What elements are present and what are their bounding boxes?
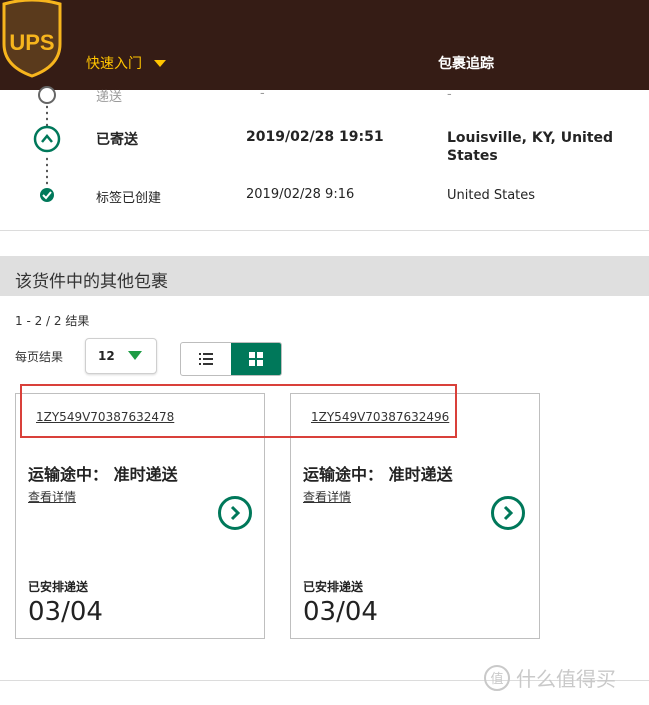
timeline-status: 已寄送	[96, 132, 138, 148]
tracking-timeline: 递送 - - 已寄送 2019/02/28 19:51 Louisville, …	[0, 86, 649, 230]
view-toggle	[180, 342, 282, 376]
timeline-status: 递送	[96, 90, 123, 105]
list-icon	[199, 353, 213, 365]
grid-icon	[249, 352, 263, 366]
list-view-button[interactable]	[181, 343, 231, 375]
chevron-up-icon[interactable]	[33, 125, 61, 153]
caret-down-icon	[128, 351, 142, 360]
watermark-text: 什么值得买	[516, 667, 616, 691]
highlight-box	[20, 384, 457, 438]
page-title: 包裹追踪	[438, 56, 494, 72]
results-count: 1 - 2 / 2 结果	[15, 314, 90, 328]
chevron-down-icon	[154, 59, 166, 67]
delivery-date: 03/04	[28, 597, 103, 627]
timeline-connector	[46, 104, 48, 126]
timeline-date: 2019/02/28 9:16	[246, 187, 355, 202]
scheduled-delivery-label: 已安排递送	[28, 580, 89, 594]
section-title: 该货件中的其他包裹	[15, 272, 168, 292]
watermark-icon: 值	[484, 664, 510, 691]
per-page-value: 12	[98, 349, 115, 363]
watermark: 值 什么值得买	[484, 663, 616, 692]
chevron-right-icon[interactable]	[491, 496, 525, 530]
timeline-connector	[46, 156, 48, 186]
logo-text: UPS	[9, 30, 54, 55]
empty-circle-icon	[38, 86, 56, 104]
delivery-date: 03/04	[303, 597, 378, 627]
ups-logo[interactable]: UPS	[0, 0, 64, 78]
view-details-link[interactable]: 查看详情	[28, 488, 76, 505]
divider	[0, 230, 649, 231]
section-header: 该货件中的其他包裹	[0, 256, 649, 296]
top-nav-bar: UPS 快速入门 包裹追踪	[0, 0, 649, 90]
check-circle-icon	[40, 188, 54, 202]
timeline-location: Louisville, KY, United States	[447, 130, 614, 164]
per-page-select[interactable]: 12	[85, 338, 157, 374]
quick-start-label: 快速入门	[86, 56, 142, 72]
timeline-location: United States	[447, 188, 536, 203]
view-details-link[interactable]: 查看详情	[303, 488, 351, 505]
quick-start-menu[interactable]: 快速入门	[86, 53, 166, 73]
per-page-label: 每页结果	[15, 350, 64, 364]
package-status: 运输途中： 准时递送	[303, 465, 453, 484]
package-status: 运输途中： 准时递送	[28, 465, 178, 484]
timeline-date: 2019/02/28 19:51	[246, 129, 384, 145]
timeline-status: 标签已创建	[96, 191, 162, 206]
grid-view-button[interactable]	[231, 343, 281, 375]
chevron-right-icon[interactable]	[218, 496, 252, 530]
timeline-date: -	[260, 86, 265, 101]
scheduled-delivery-label: 已安排递送	[303, 580, 364, 594]
timeline-location: -	[447, 87, 452, 102]
